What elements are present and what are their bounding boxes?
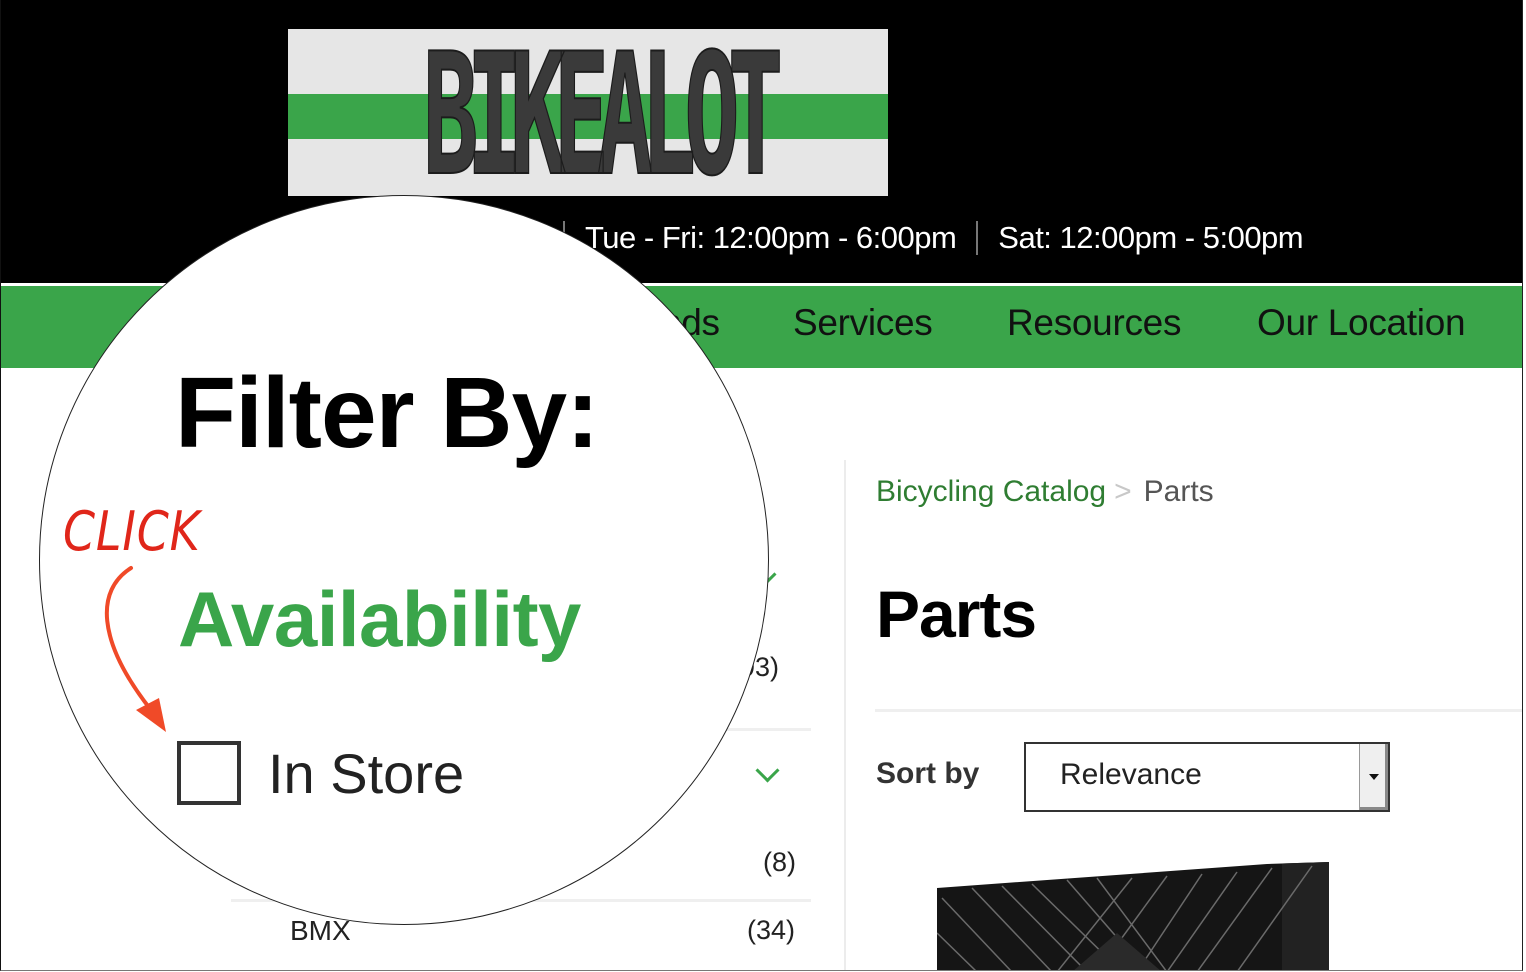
sort-selected-value: Relevance <box>1060 758 1202 791</box>
checkbox-unchecked-icon[interactable] <box>177 741 241 805</box>
page-frame: BIKEALOT Tue - Fri: 12:00pm - 6:00pm Sat… <box>0 0 1523 971</box>
breadcrumb: Bicycling Catalog > Parts <box>876 475 1214 509</box>
chevron-down-icon[interactable] <box>755 758 780 783</box>
select-dropdown-button[interactable] <box>1359 744 1388 810</box>
sort-select[interactable]: Relevance <box>1024 742 1390 812</box>
arrow-icon <box>104 566 166 732</box>
in-store-label[interactable]: In Store <box>268 741 464 806</box>
nav-item-resources[interactable]: Resources <box>1007 302 1181 344</box>
caret-down-icon <box>1369 774 1379 780</box>
store-hours: Tue - Fri: 12:00pm - 6:00pm Sat: 12:00pm… <box>563 218 1304 258</box>
hours-saturday: Sat: 12:00pm - 5:00pm <box>998 220 1304 255</box>
logo-text: BIKEALOT <box>422 29 783 196</box>
hours-separator <box>976 221 979 255</box>
filter-by-heading: Filter By: <box>175 357 599 469</box>
sidebar-divider <box>844 460 846 970</box>
breadcrumb-separator: > <box>1114 475 1132 508</box>
page-title: Parts <box>876 577 1037 651</box>
product-image[interactable] <box>937 858 1329 971</box>
category-bmx[interactable]: BMX <box>290 915 351 947</box>
hours-weekday: Tue - Fri: 12:00pm - 6:00pm <box>585 220 957 255</box>
breadcrumb-current: Parts <box>1143 475 1214 508</box>
bikealot-logo[interactable]: BIKEALOT <box>288 29 888 196</box>
category-count: (8) <box>763 847 796 877</box>
bmx-count: (34) <box>747 915 796 945</box>
click-annotation: CLICK <box>63 500 201 563</box>
title-divider <box>875 709 1522 712</box>
nav-item-services[interactable]: Services <box>793 302 933 344</box>
sort-label: Sort by <box>876 757 980 790</box>
nav-item-our-location[interactable]: Our Location <box>1257 302 1466 344</box>
availability-heading[interactable]: Availability <box>178 574 581 665</box>
breadcrumb-link-catalog[interactable]: Bicycling Catalog <box>876 475 1106 508</box>
